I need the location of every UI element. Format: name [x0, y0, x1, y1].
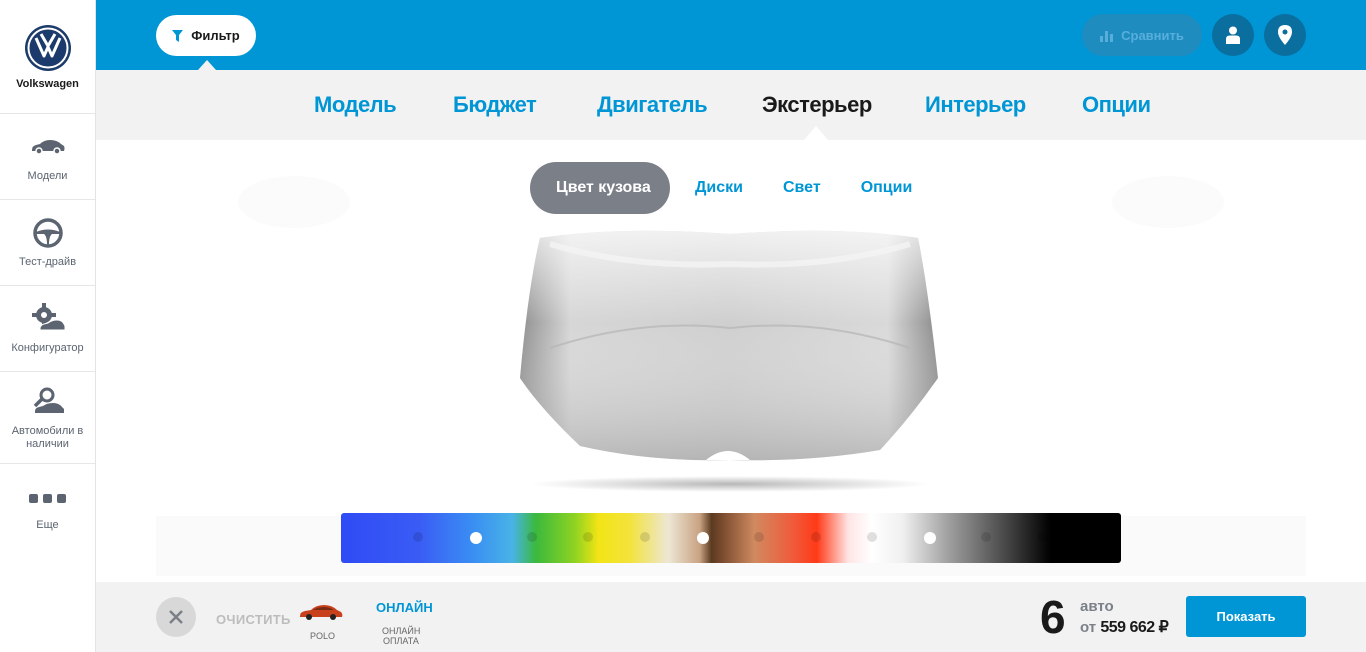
filter-funnel-icon	[172, 29, 184, 42]
account-button[interactable]	[1212, 14, 1254, 56]
tab-model[interactable]: Модель	[314, 92, 397, 118]
subtab-lights[interactable]: Свет	[770, 179, 834, 197]
subtab-options[interactable]: Опции	[848, 179, 926, 197]
top-bar: Фильтр Сравнить	[96, 0, 1366, 70]
bar-chart-icon	[1100, 30, 1114, 42]
color-swatch[interactable]	[527, 532, 537, 542]
filter-tabs: Модель Бюджет Двигатель Экстерьер Интерь…	[96, 70, 1366, 140]
color-swatch[interactable]	[583, 532, 593, 542]
price-line: от 559 662 ₽	[1080, 617, 1169, 637]
color-swatch[interactable]	[981, 532, 991, 542]
sidebar-item-in-stock[interactable]: Автомобили в наличии	[0, 372, 95, 464]
sidebar-item-configurator[interactable]: Конфигуратор	[0, 286, 95, 372]
car-hood-image	[520, 230, 938, 492]
color-swatch[interactable]	[754, 532, 764, 542]
vw-logo-icon	[24, 25, 71, 71]
tab-engine[interactable]: Двигатель	[597, 92, 708, 118]
color-swatch[interactable]	[811, 532, 821, 542]
configurator-gear-car-icon	[28, 302, 68, 336]
compare-button[interactable]: Сравнить	[1082, 14, 1202, 56]
color-swatch[interactable]	[697, 532, 709, 544]
tab-interior[interactable]: Интерьер	[925, 92, 1026, 118]
polo-car-thumbnail[interactable]	[298, 602, 344, 622]
tab-options[interactable]: Опции	[1082, 92, 1151, 118]
car-search-icon	[28, 385, 68, 419]
brand-logo-link[interactable]: Volkswagen	[0, 0, 95, 114]
color-swatch[interactable]	[470, 532, 482, 544]
close-icon	[169, 610, 183, 624]
bottom-bar: ОЧИСТИТЬ POLO ОНЛАЙН ОНЛАЙН ОПЛАТА 6 авт…	[96, 582, 1366, 652]
sidebar: Volkswagen Модели Тест-драйв Конфигурато…	[0, 0, 96, 652]
sidebar-item-label: Конфигуратор	[11, 342, 84, 354]
color-swatch[interactable]	[867, 532, 877, 542]
sidebar-item-label: Тест-драйв	[18, 256, 77, 268]
active-tab-pointer	[804, 126, 828, 140]
brand-name: Volkswagen	[16, 78, 79, 90]
sidebar-item-test-drive[interactable]: Тест-драйв	[0, 200, 95, 286]
sidebar-item-label: Модели	[27, 170, 68, 182]
sidebar-item-models[interactable]: Модели	[0, 114, 95, 200]
online-payment-label: ОНЛАЙН ОПЛАТА	[382, 626, 421, 646]
subtab-body-color[interactable]: Цвет кузова	[530, 162, 670, 214]
ghost-image	[1112, 176, 1224, 228]
color-swatch[interactable]	[413, 532, 423, 542]
online-title[interactable]: ОНЛАЙН	[376, 600, 433, 615]
ghost-image	[238, 176, 350, 228]
tab-exterior[interactable]: Экстерьер	[762, 92, 872, 118]
steering-wheel-icon	[28, 216, 68, 250]
exterior-subtabs: Цвет кузова Диски Свет Опции	[530, 162, 925, 214]
sidebar-item-label: Еще	[36, 519, 59, 531]
body-color-palette	[341, 513, 1121, 563]
tab-budget[interactable]: Бюджет	[453, 92, 537, 118]
compare-label: Сравнить	[1121, 27, 1184, 43]
filter-label: Фильтр	[191, 28, 240, 43]
clear-button[interactable]	[156, 597, 196, 637]
show-results-button[interactable]: Показать	[1186, 596, 1306, 637]
subtab-wheels[interactable]: Диски	[682, 179, 756, 197]
sidebar-item-more[interactable]: Еще	[0, 464, 95, 604]
result-count: 6	[1040, 591, 1066, 643]
color-swatch[interactable]	[1038, 532, 1048, 542]
price-value: 559 662 ₽	[1100, 619, 1169, 636]
price-prefix: от	[1080, 619, 1097, 636]
color-swatch[interactable]	[924, 532, 936, 544]
filter-pointer	[198, 60, 216, 70]
clear-label[interactable]: ОЧИСТИТЬ	[216, 612, 291, 627]
result-unit: авто	[1080, 598, 1114, 615]
location-button[interactable]	[1264, 14, 1306, 56]
more-dots-icon	[29, 494, 66, 503]
model-label: POLO	[310, 631, 336, 641]
filter-button[interactable]: Фильтр	[156, 15, 256, 56]
user-icon	[1226, 26, 1240, 44]
map-pin-icon	[1278, 25, 1292, 45]
car-icon	[28, 130, 68, 164]
sidebar-item-label: Автомобили в наличии	[11, 424, 84, 450]
color-swatch[interactable]	[640, 532, 650, 542]
